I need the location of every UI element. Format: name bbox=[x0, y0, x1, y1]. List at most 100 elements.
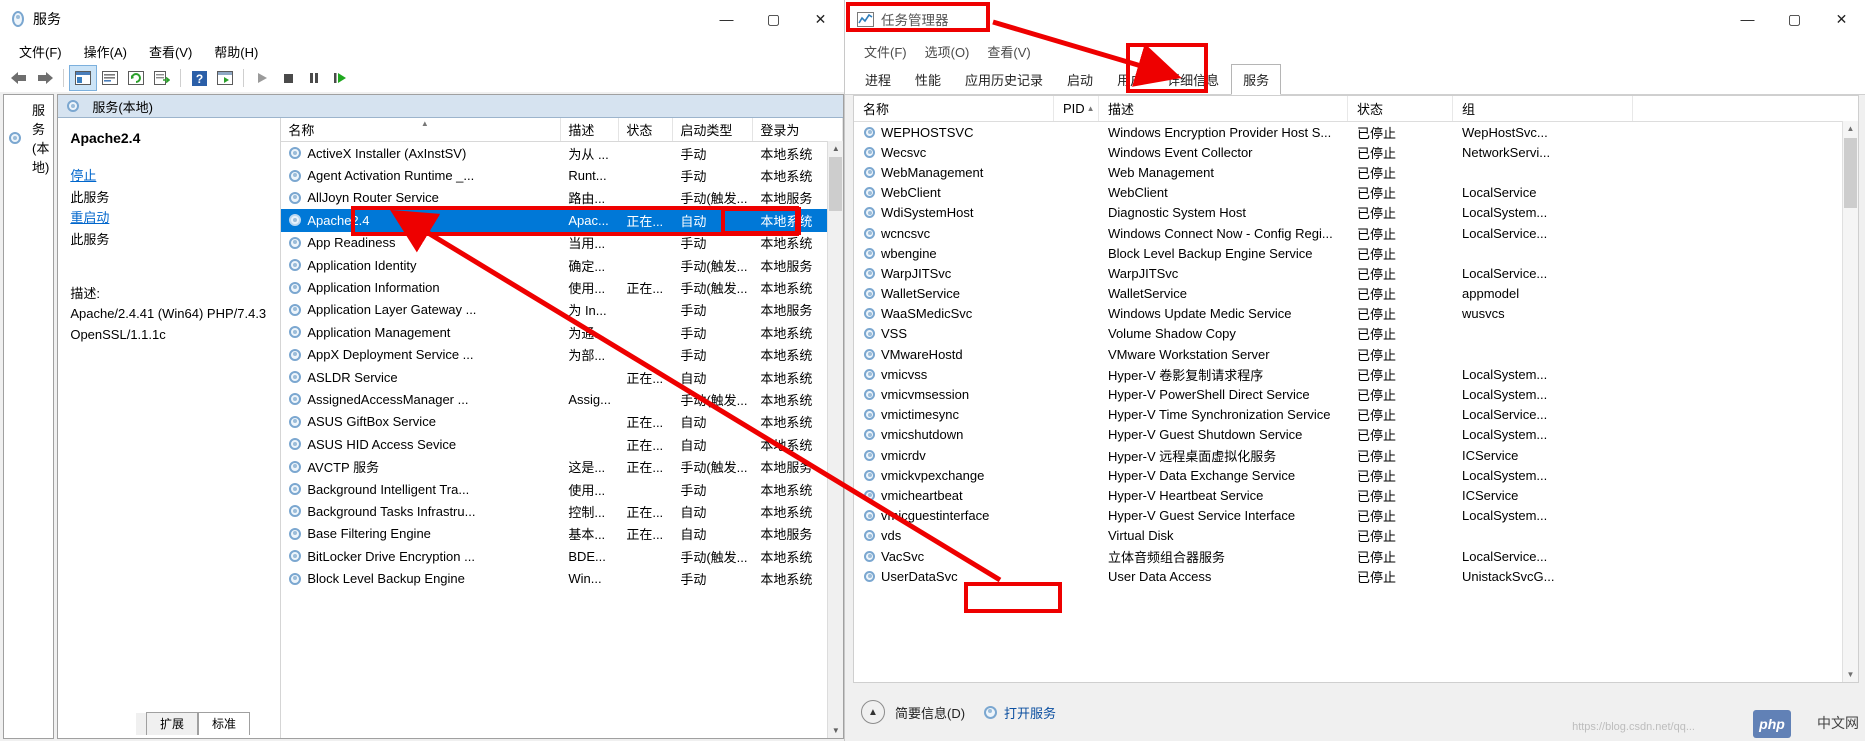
tm-scroll-down-arrow-icon[interactable]: ▼ bbox=[1843, 667, 1858, 682]
stop-service-link[interactable]: 停止 bbox=[70, 166, 268, 186]
task-manager-table-row[interactable]: WdiSystemHost Diagnostic System Host 已停止 Lo… bbox=[854, 203, 1858, 223]
services-close-button[interactable]: ✕ bbox=[797, 0, 844, 38]
task-manager-maximize-button[interactable]: ▢ bbox=[1771, 0, 1818, 38]
task-manager-table-row[interactable]: vmicheartbeat Hyper-V Heartbeat Service 已停… bbox=[854, 485, 1858, 505]
back-arrow-icon[interactable] bbox=[6, 66, 32, 90]
tm-column-header-group[interactable]: 组 bbox=[1453, 96, 1633, 121]
properties-icon[interactable] bbox=[97, 66, 123, 90]
services-table-row[interactable]: AVCTP 服务 这是... 正在... 手动(触发... 本地服务 bbox=[281, 455, 843, 477]
task-manager-table-row[interactable]: VMwareHostd VMware Workstation Server 已停止 bbox=[854, 344, 1858, 364]
scrollbar-thumb[interactable] bbox=[829, 157, 843, 211]
tm-menu-options[interactable]: 选项(O) bbox=[916, 39, 979, 64]
services-maximize-button[interactable]: ▢ bbox=[750, 0, 797, 38]
column-header-logon-as[interactable]: 登录为 bbox=[753, 118, 844, 141]
task-manager-table-row[interactable]: vds Virtual Disk 已停止 bbox=[854, 526, 1858, 546]
services-table-row[interactable]: Agent Activation Runtime _... Runt... 手动 本地… bbox=[281, 164, 843, 186]
fewer-details-label[interactable]: 简要信息(D) bbox=[895, 703, 965, 722]
tree-node-services-local[interactable]: 服务(本地) bbox=[4, 95, 53, 181]
tab-app-history[interactable]: 应用历史记录 bbox=[953, 64, 1055, 94]
services-table-row[interactable]: ASUS GiftBox Service 正在... 自动 本地系统 bbox=[281, 411, 843, 433]
tm-menu-view[interactable]: 查看(V) bbox=[978, 39, 1039, 64]
task-manager-minimize-button[interactable]: — bbox=[1724, 0, 1771, 38]
tab-extended[interactable]: 扩展 bbox=[146, 712, 199, 735]
services-table-row[interactable]: Background Tasks Infrastru... 控制... 正在... 自… bbox=[281, 500, 843, 522]
tm-column-header-pid[interactable]: PID ▲ bbox=[1054, 96, 1099, 121]
tab-services[interactable]: 服务 bbox=[1231, 64, 1282, 95]
task-manager-table-row[interactable]: WebManagement Web Management 已停止 bbox=[854, 162, 1858, 182]
menu-file[interactable]: 文件(F) bbox=[8, 39, 73, 64]
task-manager-table-row[interactable]: UserDataSvc User Data Access 已停止 UnistackSv… bbox=[854, 566, 1858, 586]
refresh-icon[interactable] bbox=[123, 66, 149, 90]
services-table-row[interactable]: Base Filtering Engine 基本... 正在... 自动 本地服务 bbox=[281, 523, 843, 545]
tab-performance[interactable]: 性能 bbox=[903, 64, 953, 94]
services-table-row[interactable]: Application Information 使用... 正在... 手动(触发..… bbox=[281, 276, 843, 298]
services-table-row[interactable]: AssignedAccessManager ... Assig... 手动(触发..… bbox=[281, 388, 843, 410]
services-table-row[interactable]: Apache2.4 Apac... 正在... 自动 本地系统 bbox=[281, 209, 844, 232]
services-table-row[interactable]: ActiveX Installer (AxInstSV) 为从 ... 手动 本地系统 bbox=[281, 142, 843, 164]
services-table-row[interactable]: Application Layer Gateway ... 为 In... 手动 本地… bbox=[281, 299, 843, 321]
task-manager-table-row[interactable]: Wecsvc Windows Event Collector 已停止 NetworkS… bbox=[854, 142, 1858, 162]
task-manager-table-row[interactable]: vmicrdv Hyper-V 远程桌面虚拟化服务 已停止 ICService bbox=[854, 445, 1858, 465]
task-manager-table-row[interactable]: WebClient WebClient 已停止 LocalService bbox=[854, 183, 1858, 203]
show-hide-tree-icon[interactable] bbox=[69, 65, 97, 91]
services-table-row[interactable]: AppX Deployment Service ... 为部... 手动 本地系统 bbox=[281, 344, 843, 366]
services-table-row[interactable]: Background Intelligent Tra... 使用... 手动 本地系统 bbox=[281, 478, 843, 500]
task-manager-table-row[interactable]: WEPHOSTSVC Windows Encryption Provider Ho… bbox=[854, 122, 1858, 142]
services-table-row[interactable]: ASUS HID Access Sevice 正在... 自动 本地系统 bbox=[281, 433, 843, 455]
services-table-row[interactable]: ASLDR Service 正在... 自动 本地系统 bbox=[281, 366, 843, 388]
tab-details[interactable]: 详细信息 bbox=[1155, 64, 1231, 94]
forward-arrow-icon[interactable] bbox=[32, 66, 58, 90]
tab-processes[interactable]: 进程 bbox=[853, 64, 903, 94]
task-manager-table-row[interactable]: vmictimesync Hyper-V Time Synchronization… bbox=[854, 405, 1858, 425]
task-manager-table-row[interactable]: WalletService WalletService 已停止 appmodel bbox=[854, 284, 1858, 304]
task-manager-close-button[interactable]: ✕ bbox=[1818, 0, 1865, 38]
column-header-name[interactable]: ▲ 名称 bbox=[281, 118, 562, 141]
task-manager-table-row[interactable]: vmicshutdown Hyper-V Guest Shutdown Servi… bbox=[854, 425, 1858, 445]
tab-users[interactable]: 用户 bbox=[1105, 64, 1155, 94]
restart-service-link[interactable]: 重启动 bbox=[70, 208, 268, 228]
services-table-row[interactable]: App Readiness 当用... 手动 本地系统 bbox=[281, 232, 843, 254]
task-manager-list-scrollbar[interactable]: ▲ ▼ bbox=[1842, 121, 1858, 682]
task-manager-table-row[interactable]: WarpJITSvc WarpJITSvc 已停止 LocalService... bbox=[854, 263, 1858, 283]
column-header-startup-type[interactable]: 启动类型 bbox=[673, 118, 754, 141]
task-manager-table-row[interactable]: wbengine Block Level Backup Engine Servic… bbox=[854, 243, 1858, 263]
column-header-description[interactable]: 描述 bbox=[561, 118, 620, 141]
services-table-row[interactable]: Application Identity 确定... 手动(触发... 本地服务 bbox=[281, 254, 843, 276]
tab-startup[interactable]: 启动 bbox=[1055, 64, 1105, 94]
start-service-icon[interactable] bbox=[249, 66, 275, 90]
tm-scroll-up-arrow-icon[interactable]: ▲ bbox=[1843, 121, 1858, 136]
open-services-button[interactable]: 打开服务 bbox=[975, 699, 1064, 726]
task-manager-table-row[interactable]: vmicvss Hyper-V 卷影复制请求程序 已停止 LocalSystem... bbox=[854, 364, 1858, 384]
menu-action[interactable]: 操作(A) bbox=[73, 39, 138, 64]
tm-scrollbar-thumb[interactable] bbox=[1844, 138, 1857, 208]
restart-service-icon[interactable] bbox=[327, 66, 353, 90]
services-table-row[interactable]: Application Management 为通... 手动 本地系统 bbox=[281, 321, 843, 343]
chevron-up-circle-icon[interactable]: ▲ bbox=[861, 700, 885, 724]
tm-menu-file[interactable]: 文件(F) bbox=[855, 39, 916, 64]
scroll-up-arrow-icon[interactable]: ▲ bbox=[828, 141, 844, 156]
task-manager-table-row[interactable]: wcncsvc Windows Connect Now - Config Regi… bbox=[854, 223, 1858, 243]
task-manager-table-row[interactable]: vmicguestinterface Hyper-V Guest Service … bbox=[854, 506, 1858, 526]
task-manager-table-row[interactable]: vmicvmsession Hyper-V PowerShell Direct S… bbox=[854, 384, 1858, 404]
export-list-icon[interactable] bbox=[149, 66, 175, 90]
scroll-down-arrow-icon[interactable]: ▼ bbox=[828, 723, 844, 738]
tm-column-header-name[interactable]: 名称 bbox=[854, 96, 1054, 121]
tm-column-header-description[interactable]: 描述 bbox=[1099, 96, 1348, 121]
services-table-row[interactable]: Block Level Backup Engine Win... 手动 本地系统 bbox=[281, 567, 843, 589]
services-table-row[interactable]: BitLocker Drive Encryption ... BDE... 手动(触… bbox=[281, 545, 843, 567]
console-icon[interactable] bbox=[212, 66, 238, 90]
menu-view[interactable]: 查看(V) bbox=[138, 39, 203, 64]
task-manager-table-row[interactable]: VSS Volume Shadow Copy 已停止 bbox=[854, 324, 1858, 344]
stop-service-icon[interactable] bbox=[275, 66, 301, 90]
column-header-status[interactable]: 状态 bbox=[619, 118, 674, 141]
task-manager-table-row[interactable]: VacSvc 立体音频组合器服务 已停止 LocalService... bbox=[854, 546, 1858, 566]
services-minimize-button[interactable]: — bbox=[703, 0, 750, 38]
help-icon[interactable]: ? bbox=[186, 66, 212, 90]
services-table-row[interactable]: AllJoyn Router Service 路由... 手动(触发... 本地服务 bbox=[281, 187, 843, 209]
pause-service-icon[interactable] bbox=[301, 66, 327, 90]
tab-standard[interactable]: 标准 bbox=[198, 712, 251, 735]
task-manager-table-row[interactable]: WaaSMedicSvc Windows Update Medic Service… bbox=[854, 304, 1858, 324]
task-manager-table-row[interactable]: vmickvpexchange Hyper-V Data Exchange Ser… bbox=[854, 465, 1858, 485]
menu-help[interactable]: 帮助(H) bbox=[203, 39, 269, 64]
services-list-scrollbar[interactable]: ▲ ▼ bbox=[827, 141, 844, 738]
